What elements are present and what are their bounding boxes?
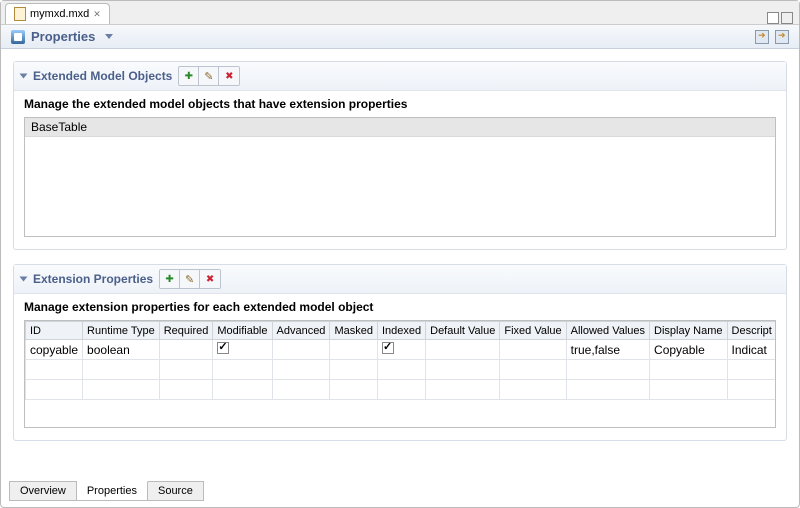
col-fixed-value[interactable]: Fixed Value <box>500 322 566 340</box>
cell-masked[interactable] <box>330 340 378 360</box>
edit-button[interactable] <box>180 270 200 288</box>
delete-button[interactable] <box>200 270 220 288</box>
col-required[interactable]: Required <box>159 322 213 340</box>
checkbox-icon[interactable] <box>217 342 229 354</box>
properties-table-scroll[interactable]: ID Runtime Type Required Modifiable Adva… <box>24 320 776 428</box>
cell-advanced[interactable] <box>272 340 330 360</box>
col-runtime-type[interactable]: Runtime Type <box>83 322 160 340</box>
add-button[interactable] <box>160 270 180 288</box>
section-header: Extension Properties <box>14 265 786 294</box>
tab-source[interactable]: Source <box>148 481 204 501</box>
col-indexed[interactable]: Indexed <box>377 322 425 340</box>
col-display-name[interactable]: Display Name <box>650 322 727 340</box>
cell-indexed[interactable] <box>377 340 425 360</box>
view-title-label: Properties <box>31 29 95 44</box>
cell-fixed-value[interactable] <box>500 340 566 360</box>
table-row <box>26 360 777 380</box>
model-objects-list[interactable]: BaseTable <box>24 117 776 237</box>
cell-id[interactable]: copyable <box>26 340 83 360</box>
section-description: Manage extension properties for each ext… <box>24 300 776 314</box>
section-toolbar <box>178 66 240 86</box>
properties-table: ID Runtime Type Required Modifiable Adva… <box>25 321 776 400</box>
collapse-icon[interactable] <box>20 277 28 282</box>
col-id[interactable]: ID <box>26 322 83 340</box>
content-area: Extended Model Objects Manage the extend… <box>1 49 799 479</box>
editor-tab[interactable]: mymxd.mxd <box>5 3 110 24</box>
section-toolbar <box>159 269 221 289</box>
editor-tab-label: mymxd.mxd <box>30 8 89 20</box>
checkbox-icon[interactable] <box>382 342 394 354</box>
table-row <box>26 380 777 400</box>
properties-icon <box>11 30 25 44</box>
view-title: Properties <box>11 29 113 44</box>
cell-required[interactable] <box>159 340 213 360</box>
window-controls <box>767 12 799 24</box>
col-description[interactable]: Descript <box>727 322 776 340</box>
list-item[interactable]: BaseTable <box>25 118 775 137</box>
cell-default-value[interactable] <box>426 340 500 360</box>
tab-overview[interactable]: Overview <box>9 481 77 501</box>
table-row[interactable]: copyable boolean true,false Copyable In <box>26 340 777 360</box>
table-header-row: ID Runtime Type Required Modifiable Adva… <box>26 322 777 340</box>
cell-allowed-values[interactable]: true,false <box>566 340 649 360</box>
section-description: Manage the extended model objects that h… <box>24 97 776 111</box>
cell-display-name[interactable]: Copyable <box>650 340 727 360</box>
section-header: Extended Model Objects <box>14 62 786 91</box>
extension-properties-section: Extension Properties Manage extension pr… <box>13 264 787 441</box>
collapse-icon[interactable] <box>20 74 28 79</box>
editor-tabbar: mymxd.mxd <box>1 1 799 25</box>
pin-icon[interactable] <box>775 30 789 44</box>
minimize-icon[interactable] <box>767 12 779 24</box>
add-button[interactable] <box>179 67 199 85</box>
view-header: Properties <box>1 25 799 49</box>
link-with-editor-icon[interactable] <box>755 30 769 44</box>
close-icon[interactable] <box>93 8 101 20</box>
document-icon <box>14 7 26 21</box>
section-title: Extension Properties <box>33 272 153 286</box>
delete-button[interactable] <box>219 67 239 85</box>
edit-button[interactable] <box>199 67 219 85</box>
bottom-tabs: Overview Properties Source <box>9 481 204 501</box>
col-allowed-values[interactable]: Allowed Values <box>566 322 649 340</box>
extended-model-objects-section: Extended Model Objects Manage the extend… <box>13 61 787 250</box>
section-title: Extended Model Objects <box>33 69 172 83</box>
cell-runtime-type[interactable]: boolean <box>83 340 160 360</box>
col-default-value[interactable]: Default Value <box>426 322 500 340</box>
col-modifiable[interactable]: Modifiable <box>213 322 272 340</box>
col-masked[interactable]: Masked <box>330 322 378 340</box>
tab-properties[interactable]: Properties <box>77 481 148 501</box>
cell-modifiable[interactable] <box>213 340 272 360</box>
col-advanced[interactable]: Advanced <box>272 322 330 340</box>
cell-description[interactable]: Indicat <box>727 340 776 360</box>
chevron-down-icon[interactable] <box>105 34 113 39</box>
maximize-icon[interactable] <box>781 12 793 24</box>
